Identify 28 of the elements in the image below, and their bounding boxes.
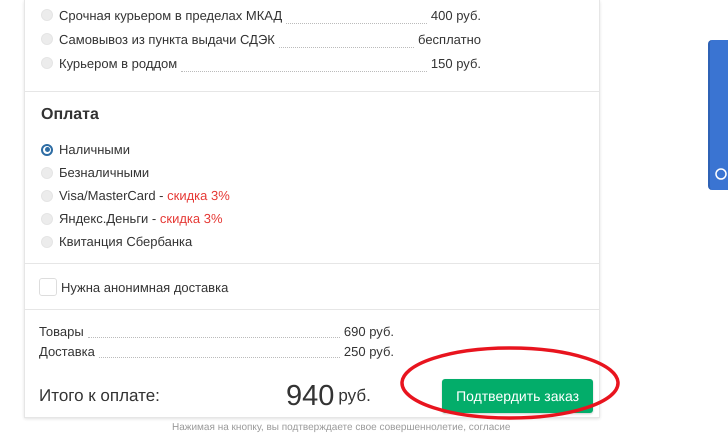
- total-amount: 940: [286, 380, 334, 412]
- payment-option: Visa/MasterCard -: [59, 188, 164, 203]
- payment-option: Наличными: [59, 142, 130, 157]
- payment-option: Квитанция Сбербанка: [59, 234, 192, 249]
- discount-label: скидка 3%: [158, 211, 223, 226]
- confirm-order-button[interactable]: Подтвердить заказ: [442, 379, 593, 413]
- legal-note: Нажимая на кнопку, вы подтверждаете свое совершеннолетие, согласие: [172, 422, 512, 433]
- payment-option: Безналичными: [59, 165, 150, 180]
- summary-label: Товары: [39, 324, 84, 338]
- checkbox-label: Нужна анонимная доставка: [61, 280, 228, 294]
- total-label: Итого к оплате:: [39, 386, 161, 406]
- section-heading: Оплата: [41, 106, 100, 124]
- summary-label: Доставка: [39, 344, 95, 358]
- summary-value: 250 руб.: [344, 344, 394, 358]
- delivery-option: Самовывоз из пункта выдачи СДЭК: [59, 32, 275, 46]
- discount-label: скидка 3%: [166, 188, 230, 203]
- checkbox[interactable]: [39, 278, 57, 296]
- radio-button[interactable]: [41, 144, 53, 156]
- payment-option: Яндекс.Деньги -: [59, 211, 156, 226]
- side-tab[interactable]: [708, 40, 728, 190]
- delivery-price: 150 руб.: [430, 56, 481, 70]
- total-currency: руб.: [338, 386, 371, 406]
- summary-value: 690 руб.: [344, 324, 394, 338]
- circle-icon: [715, 168, 727, 180]
- delivery-option: Срочная курьером в пределах МКАД: [59, 8, 282, 22]
- delivery-option: Курьером в роддом: [59, 56, 178, 70]
- delivery-price: бесплатно: [418, 32, 481, 46]
- delivery-price: 400 руб.: [430, 8, 481, 22]
